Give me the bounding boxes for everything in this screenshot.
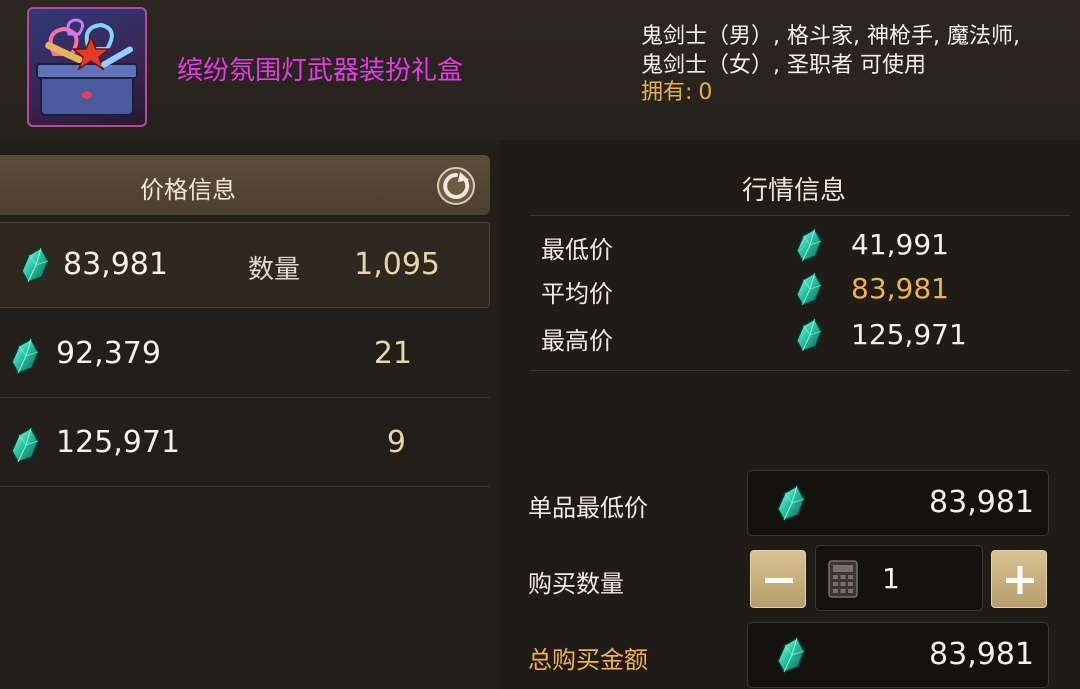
listing-price: 125,971 xyxy=(56,425,181,460)
gem-icon xyxy=(10,427,40,463)
listing-price: 92,379 xyxy=(56,336,161,371)
market-info-title: 行情信息 xyxy=(742,176,847,206)
increase-quantity-button[interactable] xyxy=(991,550,1047,608)
max-price-value: 125,971 xyxy=(851,318,967,351)
max-price-label: 最高价 xyxy=(541,327,613,355)
listing-quantity: 21 xyxy=(373,336,412,371)
divider xyxy=(530,215,1070,216)
unit-min-price-value: 83,981 xyxy=(929,485,1034,520)
gem-icon xyxy=(795,272,823,306)
total-amount-label: 总购买金额 xyxy=(528,646,648,674)
plus-icon xyxy=(1006,566,1034,594)
gem-icon xyxy=(795,318,823,352)
total-amount-field: 83,981 xyxy=(747,622,1049,688)
item-name: 缤纷氛围灯武器装扮礼盒 xyxy=(177,56,464,86)
unit-min-price-label: 单品最低价 xyxy=(528,494,648,522)
quantity-label: 数量 xyxy=(248,255,301,285)
unit-min-price-field: 83,981 xyxy=(747,470,1049,536)
owned-value: 0 xyxy=(698,80,713,105)
purchase-quantity-label: 购买数量 xyxy=(528,570,624,598)
owned-label: 拥有: xyxy=(641,80,693,105)
listing-row-3[interactable]: 125,971 9 xyxy=(0,401,490,487)
usable-classes-line-1: 鬼剑士（男）, 格斗家, 神枪手, 魔法师, xyxy=(641,24,1020,49)
gem-icon xyxy=(20,247,50,283)
purchase-quantity-input[interactable]: 1 xyxy=(815,545,983,611)
gift-box-icon xyxy=(27,7,147,127)
avg-price-value: 83,981 xyxy=(851,272,949,305)
listing-quantity: 9 xyxy=(386,425,406,460)
gem-icon xyxy=(795,228,823,262)
avg-price-label: 平均价 xyxy=(541,280,613,308)
listing-quantity: 1,095 xyxy=(354,247,440,282)
gem-icon xyxy=(776,637,806,673)
decrease-quantity-button[interactable] xyxy=(750,550,806,608)
min-price-label: 最低价 xyxy=(541,236,613,264)
price-info-title: 价格信息 xyxy=(140,176,236,204)
owned-count: 拥有: 0 xyxy=(641,74,712,106)
total-amount-value: 83,981 xyxy=(929,637,1034,672)
minus-icon xyxy=(765,578,793,583)
calculator-icon[interactable] xyxy=(828,560,858,598)
price-info-header: 价格信息 xyxy=(0,155,490,215)
listing-row-1[interactable]: 83,981 数量 1,095 xyxy=(0,222,490,308)
listing-row-2[interactable]: 92,379 21 xyxy=(0,312,490,398)
gem-icon xyxy=(776,485,806,521)
min-price-value: 41,991 xyxy=(851,228,949,261)
listing-price: 83,981 xyxy=(63,247,168,282)
divider xyxy=(530,370,1070,371)
gem-icon xyxy=(10,338,40,374)
refresh-icon[interactable] xyxy=(436,166,476,206)
purchase-quantity-value: 1 xyxy=(882,562,900,595)
